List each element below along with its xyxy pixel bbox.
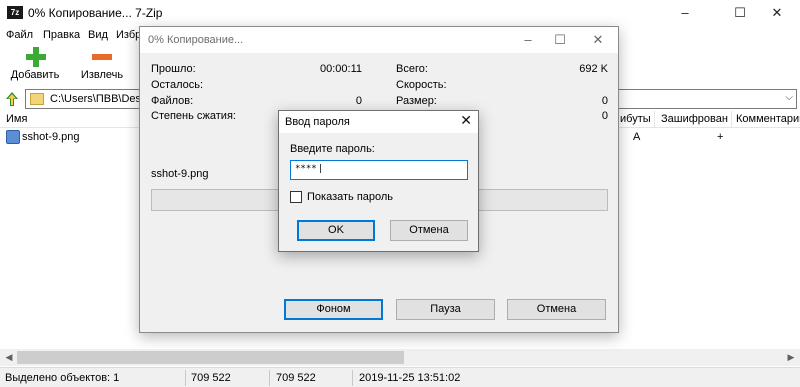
extract-button[interactable]: Извлечь — [72, 44, 132, 86]
image-file-icon — [6, 130, 20, 144]
password-dialog: Ввод пароля ✕ Введите пароль: ****| Пока… — [278, 110, 479, 252]
progress-close-button[interactable]: ✕ — [576, 27, 620, 53]
show-password-label[interactable]: Показать пароль — [307, 191, 393, 203]
status-divider — [352, 370, 353, 386]
scroll-right-icon[interactable]: ▶ — [784, 351, 798, 364]
cancel-button[interactable]: Отмена — [507, 299, 606, 320]
remaining-label: Осталось: — [151, 79, 204, 91]
column-comment[interactable]: Комментарий — [736, 113, 800, 125]
status-selected: Выделено объектов: 1 — [5, 372, 120, 384]
speed-label: Скорость: — [396, 79, 447, 91]
password-dialog-title: Ввод пароля — [285, 116, 350, 128]
column-encrypted[interactable]: Зашифрован — [661, 113, 728, 125]
menu-file[interactable]: Файл — [6, 29, 33, 41]
close-button[interactable]: ✕ — [754, 0, 800, 26]
pause-button[interactable]: Пауза — [396, 299, 495, 320]
column-attributes[interactable]: ибуты — [620, 113, 651, 125]
password-title-bar: Ввод пароля ✕ — [279, 111, 478, 133]
password-input[interactable]: ****| — [290, 160, 468, 180]
scrollbar-thumb[interactable] — [17, 351, 404, 364]
elapsed-label: Прошло: — [151, 63, 196, 75]
status-bar: Выделено объектов: 1 709 522 709 522 201… — [0, 367, 800, 387]
column-name[interactable]: Имя — [6, 113, 27, 125]
status-divider — [269, 370, 270, 386]
progress-title-bar: 0% Копирование... – ☐ ✕ — [140, 27, 618, 53]
minimize-button[interactable]: – — [662, 0, 708, 26]
size-label: Размер: — [396, 95, 437, 107]
close-icon[interactable]: ✕ — [460, 112, 472, 129]
menu-favorites[interactable]: Избр — [116, 29, 141, 41]
files-value: 0 — [355, 95, 362, 107]
elapsed-value: 00:00:11 — [319, 63, 362, 75]
file-attributes: A — [633, 131, 641, 143]
status-packed: 709 522 — [276, 372, 316, 384]
window-title: 0% Копирование... 7-Zip — [28, 6, 163, 20]
address-path: C:\Users\ПВВ\Deskt — [50, 93, 150, 105]
menu-view[interactable]: Вид — [88, 29, 108, 41]
status-modified: 2019-11-25 13:51:02 — [359, 372, 461, 384]
progress-title: 0% Копирование... — [148, 34, 244, 46]
file-encrypted: + — [717, 131, 724, 143]
menu-edit[interactable]: Правка — [43, 29, 80, 41]
title-bar: 7z 0% Копирование... 7-Zip – ☐ ✕ — [0, 0, 800, 26]
file-name: sshot-9.png — [22, 131, 80, 143]
extract-label: Извлечь — [80, 69, 124, 81]
password-cancel-button[interactable]: Отмена — [390, 220, 468, 241]
password-prompt: Введите пароль: — [290, 143, 375, 155]
background-button[interactable]: Фоном — [284, 299, 383, 320]
size-value: 0 — [601, 95, 608, 107]
column-divider[interactable] — [654, 111, 655, 128]
plus-icon — [26, 47, 46, 67]
files-label: Файлов: — [151, 95, 194, 107]
scroll-left-icon[interactable]: ◀ — [2, 351, 16, 364]
app-icon: 7z — [7, 6, 23, 19]
status-divider — [185, 370, 186, 386]
status-size: 709 522 — [191, 372, 231, 384]
up-folder-icon[interactable] — [4, 91, 20, 107]
total-label: Всего: — [396, 63, 428, 75]
add-button[interactable]: Добавить — [5, 44, 65, 86]
text-caret: | — [317, 164, 324, 174]
total-value: 692 K — [579, 63, 608, 75]
horizontal-scrollbar[interactable]: ◀ ▶ — [0, 349, 800, 366]
folder-icon — [30, 93, 44, 105]
add-label: Добавить — [10, 69, 60, 81]
ratio-label: Степень сжатия: — [151, 110, 236, 122]
chevron-down-icon[interactable]: ⌵ — [785, 92, 793, 103]
ok-button[interactable]: OK — [297, 220, 375, 241]
show-password-checkbox[interactable] — [290, 191, 302, 203]
minus-icon — [92, 54, 112, 60]
column-divider[interactable] — [731, 111, 732, 128]
current-file: sshot-9.png — [151, 168, 209, 180]
packed-value: 0 — [601, 110, 608, 122]
